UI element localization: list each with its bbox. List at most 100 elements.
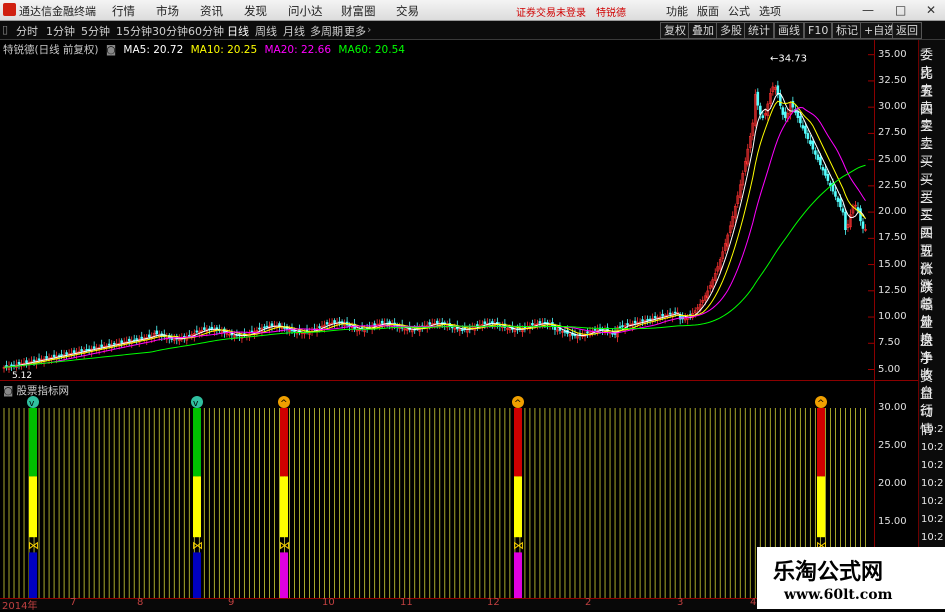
signal-bar-mid	[280, 476, 288, 538]
candle-body	[834, 191, 837, 197]
date-label: 8	[137, 597, 144, 608]
candle-body	[844, 211, 847, 231]
menu-options[interactable]: 选项	[759, 3, 781, 19]
svg-text:^: ^	[280, 399, 288, 409]
date-label: 11	[400, 597, 413, 608]
candle-body	[45, 356, 48, 359]
candle-body	[476, 324, 479, 327]
svg-text:^: ^	[514, 399, 522, 409]
candle-body	[333, 320, 336, 323]
candle-body	[72, 350, 76, 354]
candle-body	[826, 173, 830, 181]
candle-body	[809, 140, 812, 145]
minimize-icon[interactable]: —	[862, 3, 874, 17]
toolbar-toggle-icon[interactable]: ▯	[2, 23, 8, 36]
candle-body	[626, 323, 629, 326]
site-watermark: 乐淘公式网 www.60lt.com	[757, 547, 945, 609]
mark-button[interactable]: 标记	[832, 22, 862, 39]
signal-bar-bottom	[193, 552, 201, 598]
period-30min[interactable]: 30分钟	[152, 23, 188, 39]
price-tick-label: 15.00	[878, 258, 907, 270]
candle-body	[804, 125, 807, 134]
butterfly-icon: ⋈	[513, 539, 524, 552]
signal-bar-mid	[29, 476, 37, 538]
candle-body	[85, 349, 88, 351]
period-1min[interactable]: 1分钟	[46, 23, 75, 39]
candle-body	[648, 318, 652, 321]
close-icon[interactable]: ✕	[926, 3, 936, 17]
candle-body	[120, 340, 124, 344]
candle-body	[283, 327, 286, 329]
candle-body	[170, 338, 174, 340]
candle-body	[203, 327, 206, 330]
menu-item-market[interactable]: 市场	[156, 3, 179, 19]
date-label: 2	[585, 597, 592, 608]
candle-body	[761, 115, 765, 118]
menu-layout[interactable]: 版面	[697, 3, 719, 19]
candle-body	[450, 326, 454, 329]
login-warning[interactable]: 证券交易未登录	[516, 4, 586, 19]
draw-line-button[interactable]: 画线	[774, 22, 804, 39]
restore-rights-button[interactable]: 复权	[660, 22, 690, 39]
candle-body	[668, 312, 672, 315]
menu-formula[interactable]: 公式	[728, 3, 750, 19]
menu-item-discover[interactable]: 发现	[244, 3, 267, 19]
candle-body	[258, 327, 261, 330]
date-label: 4	[750, 597, 757, 608]
candle-body	[586, 331, 589, 334]
multi-stock-button[interactable]: 多股	[716, 22, 746, 39]
menu-function[interactable]: 功能	[666, 3, 688, 19]
statistics-button[interactable]: 统计	[744, 22, 774, 39]
maximize-icon[interactable]: □	[895, 3, 906, 17]
svg-text:v: v	[193, 399, 199, 409]
butterfly-icon: ⋈	[28, 539, 39, 552]
overlay-button[interactable]: 叠加	[688, 22, 718, 39]
candle-body	[779, 94, 782, 106]
menu-item-trade[interactable]: 交易	[396, 3, 419, 19]
watermark-title: 乐淘公式网	[773, 559, 884, 585]
tick-time: 10:2	[921, 514, 944, 525]
price-tick-label: 32.50	[878, 74, 907, 86]
svg-text:^: ^	[817, 399, 825, 409]
menu-bar: 通达信金融终端 行情 市场 资讯 发现 问小达 财富圈 交易 证券交易未登录 特…	[0, 0, 945, 21]
candle-body	[839, 198, 842, 208]
candle-body	[781, 107, 785, 115]
period-multi[interactable]: 多周期	[310, 23, 343, 39]
candle-body	[756, 91, 760, 106]
candle-body	[112, 342, 116, 345]
candle-body	[784, 111, 787, 118]
price-tick-label: 27.50	[878, 127, 907, 139]
candle-body	[618, 326, 622, 329]
period-weekly[interactable]: 周线	[255, 23, 277, 39]
candle-body	[531, 323, 534, 326]
tick-time: 10:2	[921, 496, 944, 507]
f10-button[interactable]: F10	[804, 22, 833, 39]
tick-time: 10:2	[921, 460, 944, 471]
tick-time: 10:2	[921, 442, 944, 453]
candle-body	[80, 349, 83, 352]
menu-item-wealth[interactable]: 财富圈	[341, 3, 376, 19]
menu-item-ask[interactable]: 问小达	[288, 3, 323, 19]
price-tick-label: 22.50	[878, 179, 907, 191]
app-title: 通达信金融终端	[19, 5, 96, 18]
candle-body	[646, 319, 649, 321]
price-tick-label: 17.50	[878, 232, 907, 244]
candle-body	[593, 329, 597, 331]
menu-item-news[interactable]: 资讯	[200, 3, 223, 19]
period-monthly[interactable]: 月线	[283, 23, 305, 39]
period-intraday[interactable]: 分时	[16, 23, 38, 39]
back-button[interactable]: 返回	[892, 22, 922, 39]
price-chart[interactable]: ←34.735.12	[0, 40, 874, 381]
candle-body	[435, 320, 439, 324]
period-5min[interactable]: 5分钟	[81, 23, 110, 39]
period-15min[interactable]: 15分钟	[116, 23, 152, 39]
menu-item-quotes[interactable]: 行情	[112, 3, 135, 19]
price-tick-label: 30.00	[878, 101, 907, 113]
period-daily[interactable]: 日线	[227, 23, 249, 39]
chevron-right-icon[interactable]: ›	[367, 23, 371, 36]
period-60min[interactable]: 60分钟	[188, 23, 224, 39]
indicator-tick-label: 15.00	[878, 516, 907, 527]
indicator-chart[interactable]: ⋈v⋈v⋈^⋈^⋈^	[0, 394, 874, 598]
candle-body	[140, 336, 144, 339]
period-more[interactable]: 更多	[344, 23, 366, 39]
